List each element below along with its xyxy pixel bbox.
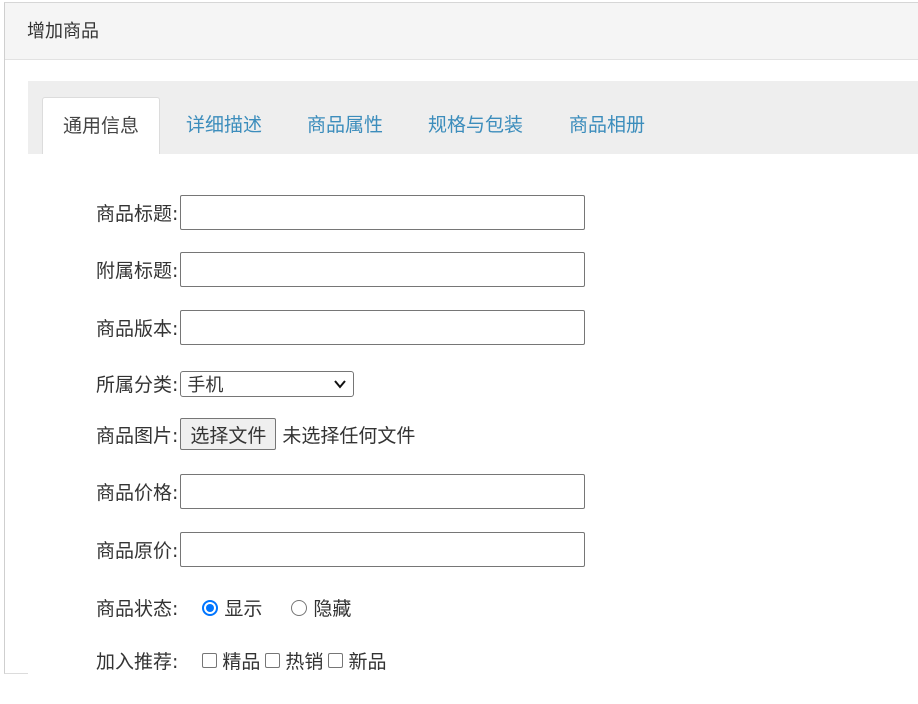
row-product-image: 商品图片: 选择文件 未选择任何文件 xyxy=(96,418,415,450)
hot-label: 热销 xyxy=(285,651,324,673)
product-title-input[interactable] xyxy=(180,195,586,230)
product-version-label: 商品版本: xyxy=(96,318,179,340)
status-option-show[interactable]: 显示 xyxy=(202,594,262,621)
tab-detail-description[interactable]: 详细描述 xyxy=(186,97,262,154)
product-title-label: 商品标题: xyxy=(96,203,179,225)
new-label: 新品 xyxy=(348,651,387,673)
product-subtitle-label: 附属标题: xyxy=(96,260,179,282)
row-product-title: 商品标题: xyxy=(96,195,586,230)
featured-checkbox[interactable] xyxy=(202,653,218,668)
hot-checkbox[interactable] xyxy=(265,653,281,668)
status-option-hide[interactable]: 隐藏 xyxy=(291,594,351,621)
tab-bar: 通用信息 详细描述 商品属性 规格与包装 商品相册 xyxy=(28,81,918,154)
recommend-option-hot[interactable]: 热销 xyxy=(265,647,323,674)
add-product-panel: 增加商品 通用信息 详细描述 商品属性 规格与包装 商品相册 商品标题: 附属标… xyxy=(4,2,918,675)
chevron-down-icon xyxy=(334,379,347,389)
panel-title: 增加商品 xyxy=(5,3,918,60)
row-product-subtitle: 附属标题: xyxy=(96,252,586,287)
row-product-price: 商品价格: xyxy=(96,474,586,509)
status-show-radio[interactable] xyxy=(202,599,219,616)
tab-container: 通用信息 详细描述 商品属性 规格与包装 商品相册 商品标题: 附属标题: 商品… xyxy=(28,81,918,675)
tab-product-attributes[interactable]: 商品属性 xyxy=(307,97,383,154)
row-product-status: 商品状态: 显示 隐藏 xyxy=(96,594,351,621)
row-recommend: 加入推荐: 精品 热销 新品 xyxy=(96,647,386,674)
file-status-text: 未选择任何文件 xyxy=(282,424,416,447)
featured-label: 精品 xyxy=(222,651,261,673)
row-product-version: 商品版本: xyxy=(96,310,586,345)
category-select[interactable]: 手机 xyxy=(180,370,355,397)
status-hide-label: 隐藏 xyxy=(313,598,352,620)
category-selected-value: 手机 xyxy=(187,374,224,396)
original-price-label: 商品原价: xyxy=(96,540,179,562)
original-price-input[interactable] xyxy=(180,532,586,567)
row-category: 所属分类: 手机 xyxy=(96,370,355,397)
product-version-input[interactable] xyxy=(180,310,586,345)
recommend-option-new[interactable]: 新品 xyxy=(328,647,386,674)
tab-general-info[interactable]: 通用信息 xyxy=(42,97,161,154)
product-price-input[interactable] xyxy=(180,474,586,509)
product-status-label: 商品状态: xyxy=(96,598,179,620)
category-label: 所属分类: xyxy=(96,374,179,396)
status-hide-radio[interactable] xyxy=(291,599,308,616)
recommend-label: 加入推荐: xyxy=(96,651,179,673)
product-image-label: 商品图片: xyxy=(96,424,179,447)
row-original-price: 商品原价: xyxy=(96,532,586,567)
product-subtitle-input[interactable] xyxy=(180,252,586,287)
tab-spec-packaging[interactable]: 规格与包装 xyxy=(428,97,523,154)
product-price-label: 商品价格: xyxy=(96,482,179,504)
status-show-label: 显示 xyxy=(224,598,263,620)
choose-file-button[interactable]: 选择文件 xyxy=(180,418,277,450)
tab-product-album[interactable]: 商品相册 xyxy=(569,97,645,154)
new-checkbox[interactable] xyxy=(328,653,344,668)
recommend-option-featured[interactable]: 精品 xyxy=(202,647,260,674)
